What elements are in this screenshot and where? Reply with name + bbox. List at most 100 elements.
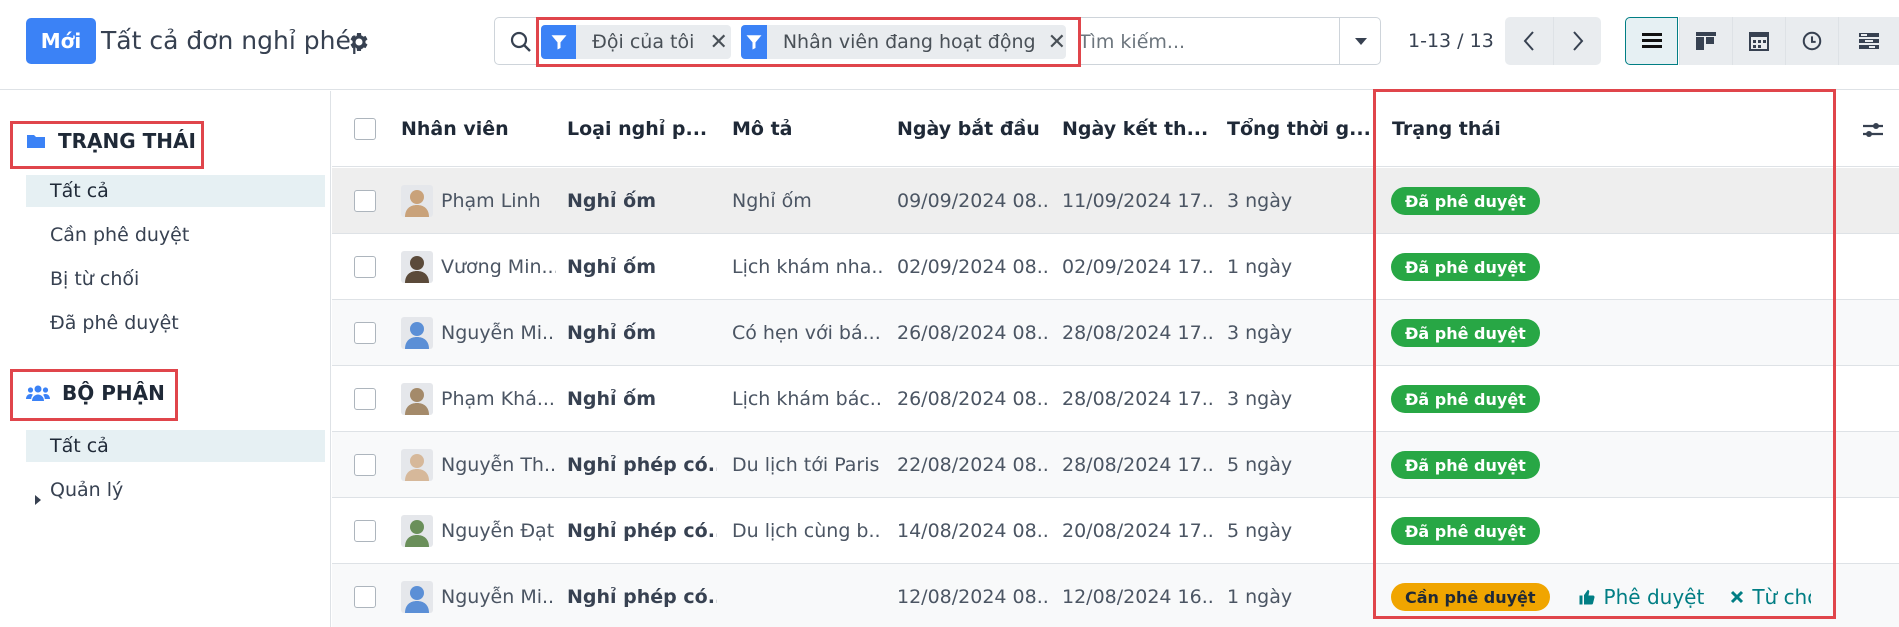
row-checkbox[interactable] — [354, 586, 376, 608]
row-checkbox[interactable] — [354, 520, 376, 542]
status-filter-approved[interactable]: Đã phê duyệt — [26, 307, 325, 339]
department-filter-management[interactable]: Quản lý — [26, 474, 325, 506]
chevron-left-icon — [1523, 31, 1534, 51]
chevron-right-icon — [1572, 31, 1583, 51]
cell-description: Nghỉ ốm — [732, 190, 812, 212]
employee-name: Nguyễn Mi... — [441, 586, 556, 608]
cell-end-date: 11/09/2024 17... — [1062, 190, 1212, 212]
cell-end-date: 12/08/2024 16... — [1062, 586, 1212, 608]
clock-icon — [1802, 31, 1822, 51]
cell-end-date: 28/08/2024 17... — [1062, 388, 1212, 410]
cell-duration: 3 ngày — [1227, 388, 1293, 410]
cell-description: Lịch khám nha... — [732, 256, 882, 278]
cell-duration: 3 ngày — [1227, 322, 1293, 344]
pager-next-button[interactable] — [1553, 17, 1601, 65]
cell-duration: 1 ngày — [1227, 256, 1293, 278]
avatar — [401, 581, 433, 613]
gantt-view-icon — [1859, 33, 1879, 49]
cell-start-date: 12/08/2024 08... — [897, 586, 1047, 608]
kanban-view-button[interactable] — [1679, 17, 1732, 65]
cell-description: Du lịch tới Paris — [732, 454, 880, 476]
cell-employee: Phạm Khá... — [401, 366, 556, 432]
optional-columns-icon[interactable] — [1860, 117, 1886, 143]
cell-end-date: 20/08/2024 17... — [1062, 520, 1212, 542]
cell-employee: Nguyễn Mi... — [401, 564, 556, 627]
cell-end-date: 28/08/2024 17... — [1062, 322, 1212, 344]
row-checkbox[interactable] — [354, 256, 376, 278]
cell-leave-type: Nghỉ phép có... — [567, 454, 717, 476]
column-header-description[interactable]: Mô tả — [732, 91, 882, 167]
cell-leave-type: Nghỉ ốm — [567, 388, 657, 410]
row-checkbox[interactable] — [354, 190, 376, 212]
cell-description: Có hẹn với bá... — [732, 322, 881, 344]
column-header-end-date[interactable]: Ngày kết th... — [1062, 91, 1212, 167]
cell-duration: 5 ngày — [1227, 454, 1293, 476]
page-title[interactable]: Tất cả đơn nghỉ phép — [101, 26, 367, 55]
column-header-employee[interactable]: Nhân viên — [401, 91, 556, 167]
cell-leave-type: Nghỉ phép có... — [567, 586, 717, 608]
cell-duration: 3 ngày — [1227, 190, 1293, 212]
avatar — [401, 317, 433, 349]
row-checkbox[interactable] — [354, 322, 376, 344]
calendar-view-button[interactable] — [1732, 17, 1785, 65]
avatar — [401, 251, 433, 283]
employee-name: Nguyễn Đạt — [441, 520, 555, 542]
control-panel: Mới Tất cả đơn nghỉ phép Đội của tôi ✕ N… — [0, 0, 1899, 90]
employee-name: Nguyễn Mi... — [441, 322, 556, 344]
cell-employee: Nguyễn Mi... — [401, 300, 556, 366]
avatar — [401, 383, 433, 415]
search-panel: TRẠNG THÁI Tất cả Cần phê duyệt Bị từ ch… — [0, 91, 331, 627]
avatar — [401, 449, 433, 481]
pager-value[interactable]: 1-13 / 13 — [1408, 30, 1494, 52]
cell-employee: Nguyễn Đạt — [401, 498, 556, 564]
list-view-icon — [1641, 33, 1662, 48]
cell-start-date: 26/08/2024 08... — [897, 388, 1047, 410]
cell-leave-type: Nghỉ phép có... — [567, 520, 717, 542]
pager-previous-button[interactable] — [1505, 17, 1553, 65]
cell-leave-type: Nghỉ ốm — [567, 256, 657, 278]
employee-name: Phạm Khá... — [441, 388, 555, 410]
employee-name: Vương Min... — [441, 256, 556, 278]
department-label: Quản lý — [50, 479, 124, 501]
cell-leave-type: Nghỉ ốm — [567, 190, 657, 212]
status-filter-refused[interactable]: Bị từ chối — [26, 263, 325, 295]
cell-employee: Nguyễn Th... — [401, 432, 556, 498]
cell-start-date: 09/09/2024 08... — [897, 190, 1047, 212]
cell-start-date: 14/08/2024 08... — [897, 520, 1047, 542]
cell-description: Lịch khám bác... — [732, 388, 882, 410]
highlight-box-department — [10, 369, 178, 421]
department-filter-all[interactable]: Tất cả — [26, 430, 325, 462]
status-filter-to-approve[interactable]: Cần phê duyệt — [26, 219, 325, 251]
column-header-start-date[interactable]: Ngày bắt đầu — [897, 91, 1047, 167]
search-icon[interactable] — [509, 30, 533, 54]
column-header-duration[interactable]: Tổng thời g... — [1227, 91, 1377, 167]
search-input[interactable] — [1079, 26, 1329, 58]
cell-description — [732, 564, 882, 627]
avatar — [401, 515, 433, 547]
cell-start-date: 22/08/2024 08... — [897, 454, 1047, 476]
cell-description: Du lịch cùng b... — [732, 520, 882, 542]
new-button[interactable]: Mới — [26, 18, 96, 64]
list-view-button[interactable] — [1625, 17, 1678, 65]
gantt-view-button[interactable] — [1838, 17, 1899, 65]
status-filter-all[interactable]: Tất cả — [26, 175, 325, 207]
cell-employee: Vương Min... — [401, 234, 556, 300]
cell-duration: 5 ngày — [1227, 520, 1293, 542]
cell-employee: Phạm Linh — [401, 168, 556, 234]
cell-duration: 1 ngày — [1227, 586, 1293, 608]
employee-name: Phạm Linh — [441, 190, 541, 212]
cell-end-date: 02/09/2024 17... — [1062, 256, 1212, 278]
caret-down-icon — [1354, 38, 1367, 45]
select-all-checkbox[interactable] — [354, 118, 376, 140]
caret-right-icon[interactable] — [34, 484, 42, 516]
cell-end-date: 28/08/2024 17... — [1062, 454, 1212, 476]
row-checkbox[interactable] — [354, 388, 376, 410]
activity-view-button[interactable] — [1785, 17, 1838, 65]
highlight-box-status — [10, 121, 204, 169]
calendar-view-icon — [1749, 32, 1769, 51]
column-header-leave-type[interactable]: Loại nghỉ p... — [567, 91, 717, 167]
search-options-toggle[interactable] — [1339, 18, 1381, 64]
row-checkbox[interactable] — [354, 454, 376, 476]
highlight-box-facets — [536, 17, 1081, 67]
gear-icon[interactable] — [346, 30, 370, 54]
